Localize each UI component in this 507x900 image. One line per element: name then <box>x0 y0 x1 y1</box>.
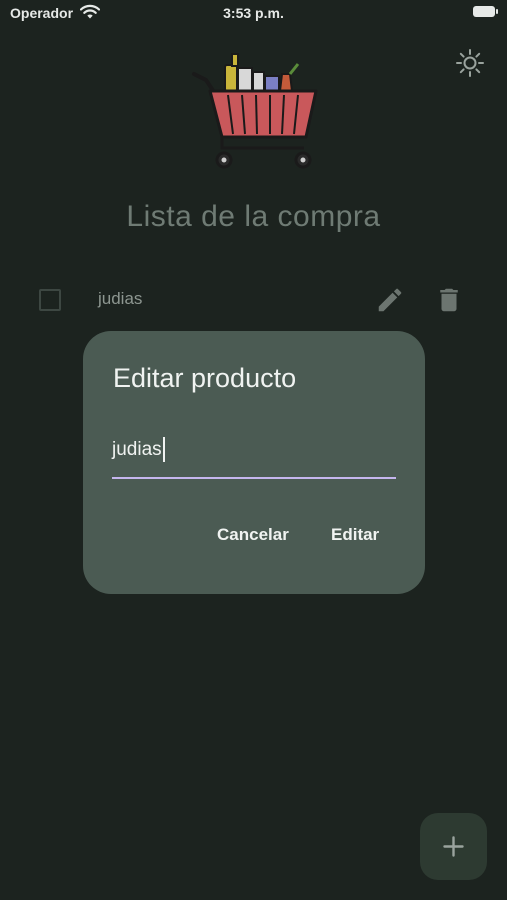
input-value: judias <box>112 439 162 460</box>
input-underline <box>112 477 396 479</box>
edit-button[interactable] <box>375 285 405 315</box>
item-label: judias <box>98 289 143 308</box>
item-checkbox[interactable] <box>39 289 61 311</box>
status-bar: Operador 3:53 p.m. <box>0 0 507 28</box>
shopping-cart-icon <box>190 50 320 172</box>
add-item-button[interactable] <box>420 813 487 880</box>
edit-confirm-button[interactable]: Editar <box>331 525 379 545</box>
text-cursor <box>163 437 165 462</box>
trash-icon <box>440 288 458 312</box>
plus-icon <box>443 836 464 857</box>
clock: 3:53 p.m. <box>223 5 284 21</box>
theme-toggle-button[interactable] <box>455 48 485 78</box>
sun-icon <box>456 49 484 77</box>
dialog-title: Editar producto <box>113 363 297 393</box>
list-item: judias <box>0 280 507 320</box>
page-title: Lista de la compra <box>126 200 381 233</box>
delete-button[interactable] <box>434 285 464 315</box>
battery-icon <box>473 6 498 17</box>
product-name-input[interactable]: judias <box>112 431 396 479</box>
pencil-icon <box>378 288 402 312</box>
cancel-button[interactable]: Cancelar <box>217 525 289 545</box>
edit-dialog: Editar producto judias Cancelar Editar <box>83 331 425 594</box>
